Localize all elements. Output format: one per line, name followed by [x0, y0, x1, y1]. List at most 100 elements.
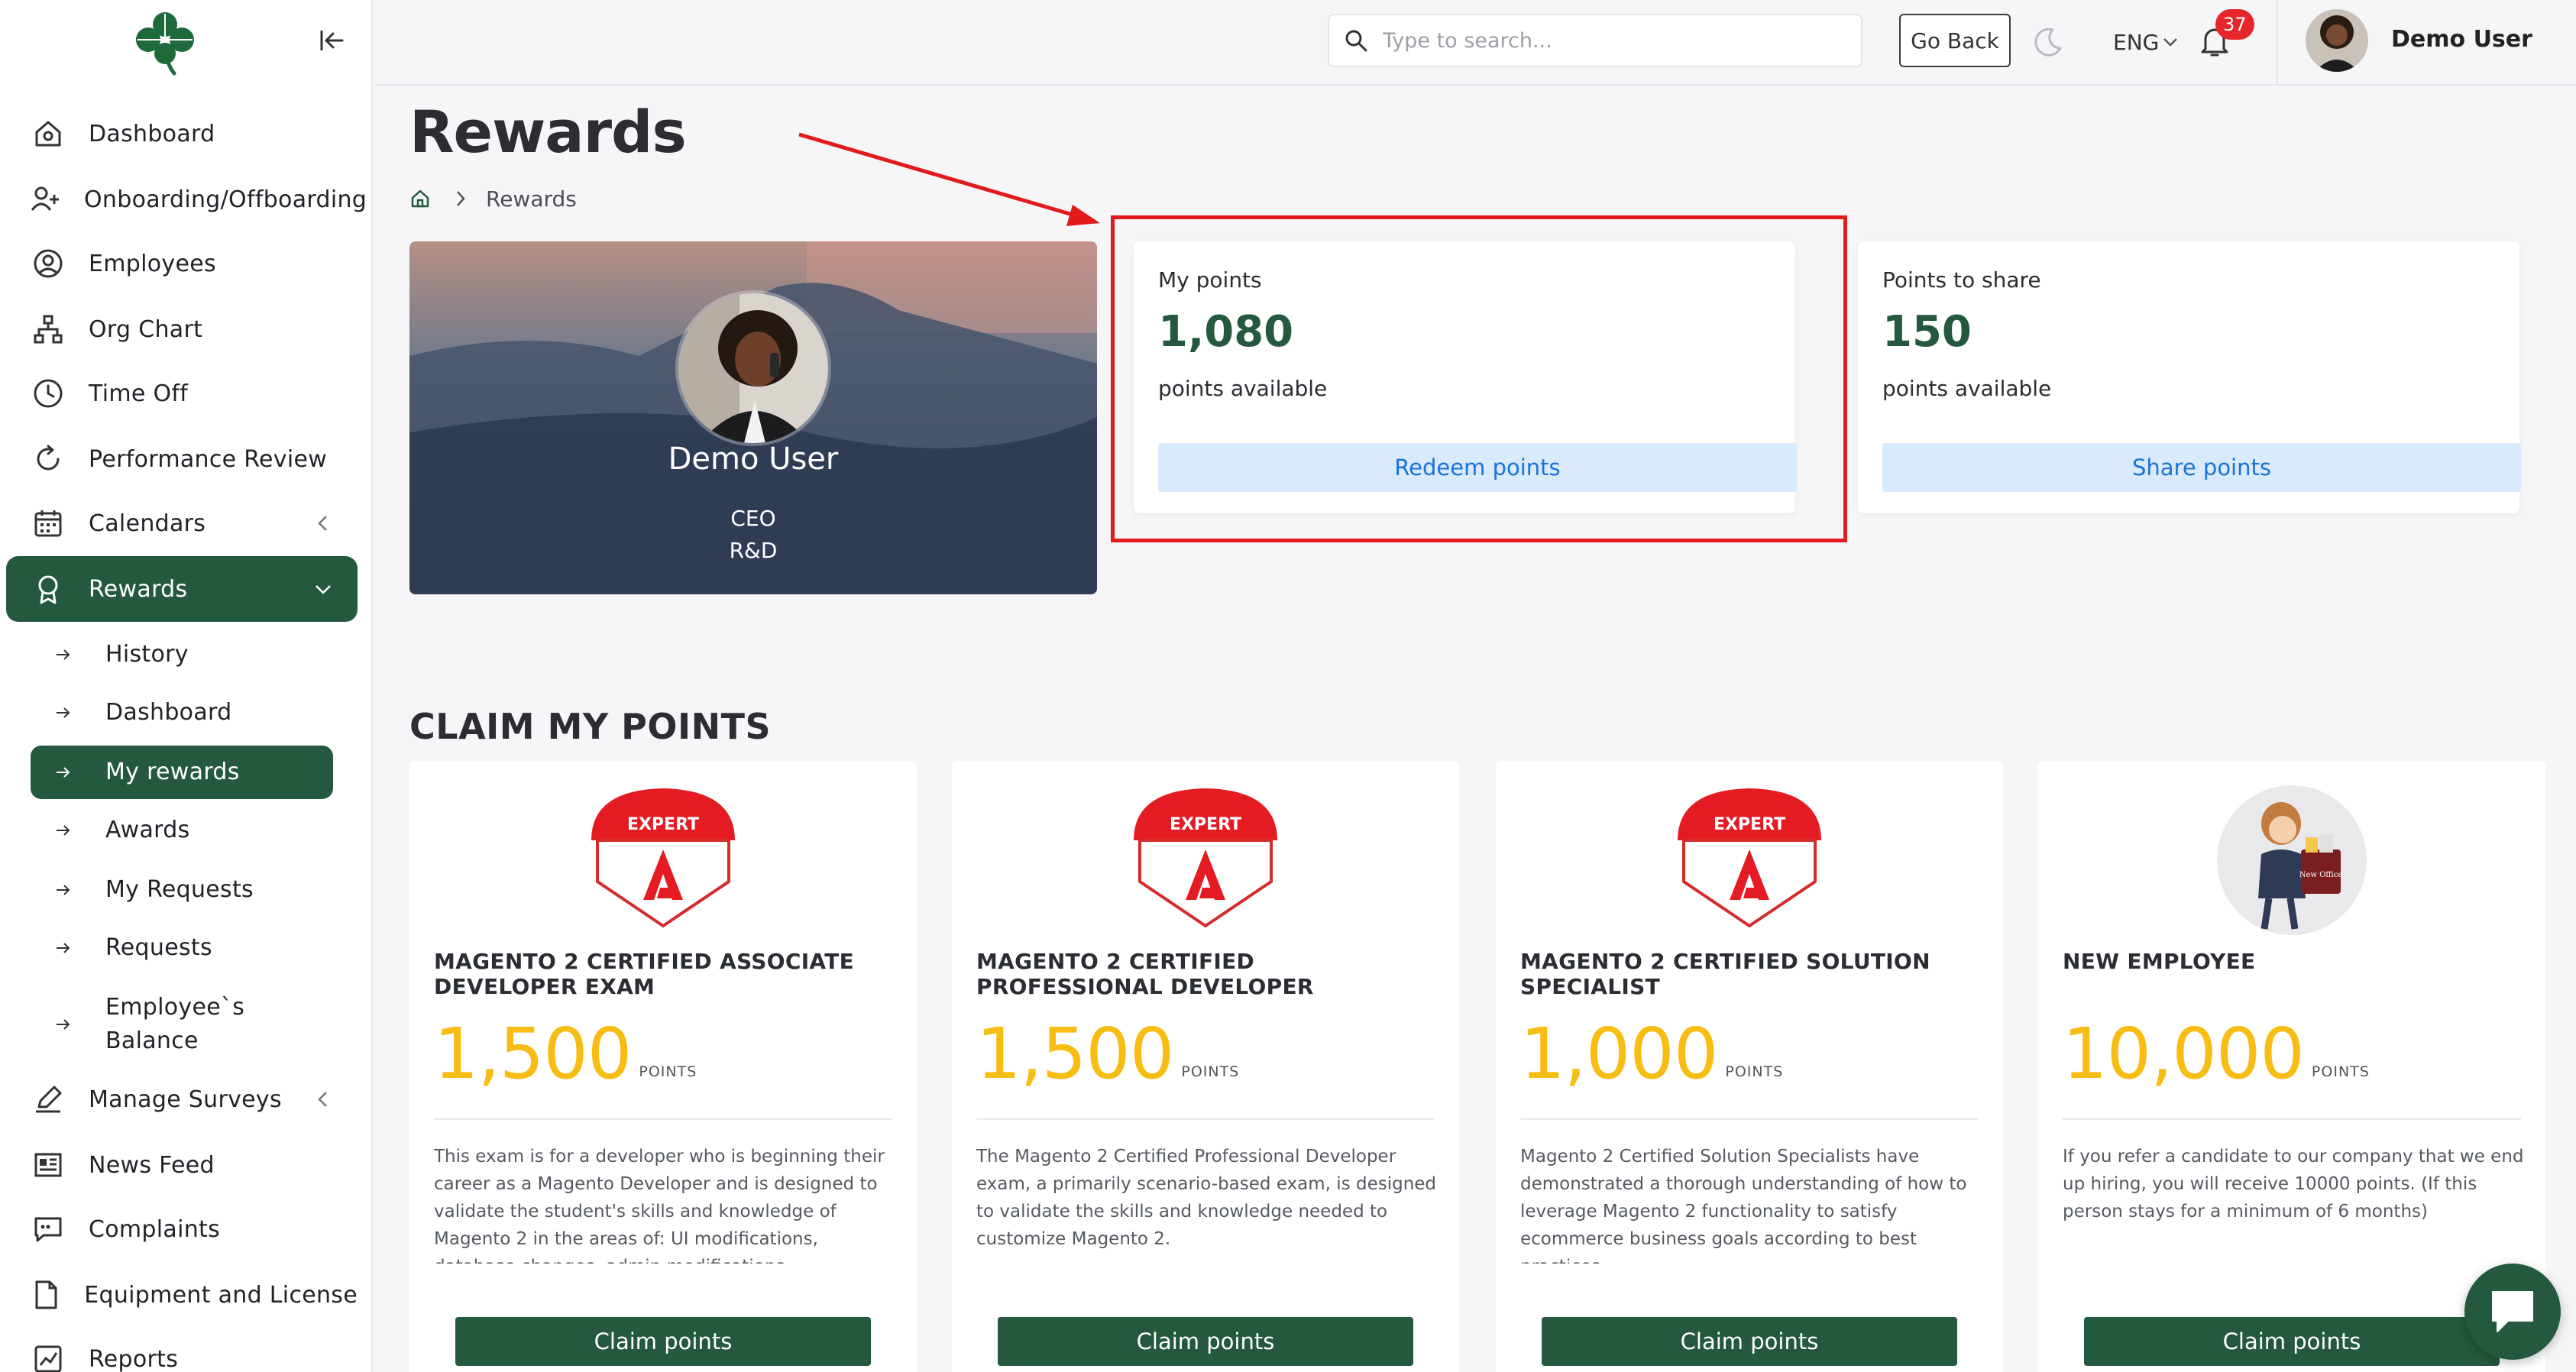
- sidebar-subitem-label: Employee`s Balance: [105, 994, 245, 1054]
- avatar[interactable]: [2306, 9, 2368, 72]
- sidebar-subitem-label: Requests: [105, 934, 212, 961]
- sidebar-item-rewards[interactable]: Rewards: [6, 556, 358, 622]
- claim-points-button[interactable]: Claim points: [1542, 1317, 1957, 1366]
- moon-icon[interactable]: [2029, 23, 2067, 61]
- share-points-caption: points available: [1882, 376, 2052, 401]
- reward-title: MAGENTO 2 CERTIFIED ASSOCIATE DEVELOPER …: [434, 949, 855, 999]
- collapse-sidebar-icon[interactable]: [315, 23, 350, 58]
- chevron-left-icon: [310, 1086, 336, 1112]
- notification-count-badge: 37: [2215, 9, 2254, 40]
- sidebar-item-news-feed[interactable]: News Feed: [6, 1132, 358, 1198]
- sidebar: Dashboard Onboarding/Offboarding Employe…: [0, 0, 373, 1372]
- sidebar-item-onboarding[interactable]: Onboarding/Offboarding: [6, 167, 367, 232]
- sidebar-item-calendars[interactable]: Calendars: [6, 490, 358, 556]
- reward-points-value: 10,000: [2063, 1013, 2305, 1095]
- search-input[interactable]: [1383, 28, 1841, 53]
- language-selector[interactable]: ENG: [2113, 23, 2179, 61]
- sidebar-item-performance-review[interactable]: Performance Review: [6, 426, 358, 492]
- divider: [2277, 0, 2278, 84]
- sidebar-subitem-label: My Requests: [105, 876, 254, 903]
- sidebar-item-label: Reports: [89, 1345, 179, 1372]
- reward-points: 10,000 POINTS: [2063, 1018, 2370, 1091]
- reward-points-unit: POINTS: [1181, 1063, 1240, 1080]
- arrow-right-icon: [55, 824, 75, 837]
- sidebar-item-org-chart[interactable]: Org Chart: [6, 296, 358, 362]
- sidebar-subitem-label: My rewards: [105, 759, 240, 785]
- sidebar-item-label: News Feed: [89, 1151, 215, 1179]
- org-chart-icon: [31, 312, 66, 347]
- sidebar-item-reports[interactable]: Reports: [6, 1326, 358, 1372]
- sidebar-subitem-label: History: [105, 641, 189, 668]
- expert-badge-icon: EXPERT: [588, 785, 738, 935]
- points-to-share-card: Points to share 150 points available Sha…: [1858, 241, 2521, 513]
- chart-icon: [31, 1341, 66, 1372]
- search-box[interactable]: [1328, 14, 1862, 67]
- sidebar-subitem-my-rewards[interactable]: My rewards: [31, 746, 333, 799]
- sidebar-item-label: Employees: [89, 250, 216, 277]
- refresh-icon: [31, 442, 66, 477]
- expert-badge-icon: EXPERT: [1131, 785, 1280, 935]
- my-points-value: 1,080: [1158, 307, 1294, 357]
- clover-logo-icon[interactable]: [130, 6, 200, 76]
- breadcrumb: Rewards: [409, 183, 577, 214]
- award-icon: [31, 571, 66, 607]
- sidebar-item-label: Manage Surveys: [89, 1086, 282, 1113]
- sidebar-item-label: Rewards: [89, 575, 188, 603]
- reward-points-unit: POINTS: [2311, 1063, 2370, 1080]
- divider: [434, 1118, 892, 1120]
- expert-badge-icon: EXPERT: [1675, 785, 1824, 935]
- sidebar-subitem-label: Dashboard: [105, 699, 232, 726]
- home-icon[interactable]: [409, 187, 432, 210]
- sidebar-item-label: Org Chart: [89, 315, 203, 343]
- page-title: Rewards: [409, 98, 687, 166]
- arrow-right-icon: [55, 706, 75, 720]
- user-name[interactable]: Demo User: [2391, 26, 2532, 53]
- sidebar-subitem-my-requests[interactable]: My Requests: [31, 863, 333, 917]
- claim-points-button[interactable]: Claim points: [998, 1317, 1413, 1366]
- reward-description: The Magento 2 Certified Professional Dev…: [976, 1147, 1437, 1249]
- sidebar-subitem-employees-balance[interactable]: Employee`s Balance: [31, 984, 333, 1065]
- language-label: ENG: [2113, 29, 2160, 55]
- sidebar-item-time-off[interactable]: Time Off: [6, 361, 358, 426]
- my-points-card: My points 1,080 points available Redeem …: [1134, 241, 1797, 513]
- share-points-value: 150: [1882, 307, 1972, 357]
- sidebar-item-manage-surveys[interactable]: Manage Surveys: [6, 1066, 358, 1132]
- reward-card: EXPERT MAGENTO 2 CERTIFIED SOLUTION SPEC…: [1496, 761, 2003, 1372]
- my-points-label: My points: [1158, 267, 1262, 293]
- chat-bubble-icon[interactable]: [2464, 1264, 2561, 1360]
- search-icon: [1329, 15, 1383, 66]
- sidebar-item-complaints[interactable]: Complaints: [6, 1196, 358, 1262]
- top-bar: Go Back ENG 37 Demo User: [374, 0, 2576, 86]
- reward-points-unit: POINTS: [1725, 1063, 1784, 1080]
- claim-points-button[interactable]: Claim points: [455, 1317, 871, 1366]
- claim-points-button[interactable]: Claim points: [2084, 1317, 2500, 1366]
- redeem-points-button[interactable]: Redeem points: [1158, 443, 1797, 492]
- my-points-caption: points available: [1158, 376, 1328, 401]
- share-points-button[interactable]: Share points: [1882, 443, 2521, 492]
- sidebar-subitem-requests[interactable]: Requests: [31, 921, 333, 975]
- divider: [976, 1118, 1435, 1120]
- badge-label: EXPERT: [627, 815, 699, 834]
- reward-title: MAGENTO 2 CERTIFIED PROFESSIONAL DEVELOP…: [976, 949, 1314, 999]
- reward-description: Magento 2 Certified Solution Specialists…: [1520, 1147, 1967, 1264]
- sidebar-item-employees[interactable]: Employees: [6, 231, 358, 296]
- go-back-button[interactable]: Go Back: [1899, 14, 2011, 67]
- sidebar-subitem-history[interactable]: History: [31, 628, 333, 681]
- arrow-right-icon: [55, 883, 75, 897]
- sidebar-item-equipment[interactable]: Equipment and License: [6, 1262, 358, 1328]
- reward-points-value: 1,500: [976, 1013, 1174, 1095]
- chevron-left-icon: [310, 510, 336, 536]
- sidebar-subitem-awards[interactable]: Awards: [31, 804, 333, 857]
- sidebar-item-label: Complaints: [89, 1215, 221, 1243]
- sidebar-subitem-label: Awards: [105, 817, 190, 843]
- reward-points-value: 1,500: [434, 1013, 632, 1095]
- sidebar-item-label: Performance Review: [89, 445, 328, 473]
- arrow-right-icon: [55, 648, 75, 662]
- reward-card: EXPERT MAGENTO 2 CERTIFIED PROFESSIONAL …: [952, 761, 1459, 1372]
- app-root: Dashboard Onboarding/Offboarding Employe…: [0, 0, 2576, 1372]
- reward-description: This exam is for a developer who is begi…: [434, 1147, 885, 1264]
- reward-points: 1,000 POINTS: [1520, 1018, 1783, 1091]
- sidebar-subitem-dashboard[interactable]: Dashboard: [31, 686, 333, 739]
- calendar-icon: [31, 506, 66, 541]
- sidebar-item-dashboard[interactable]: Dashboard: [6, 101, 358, 167]
